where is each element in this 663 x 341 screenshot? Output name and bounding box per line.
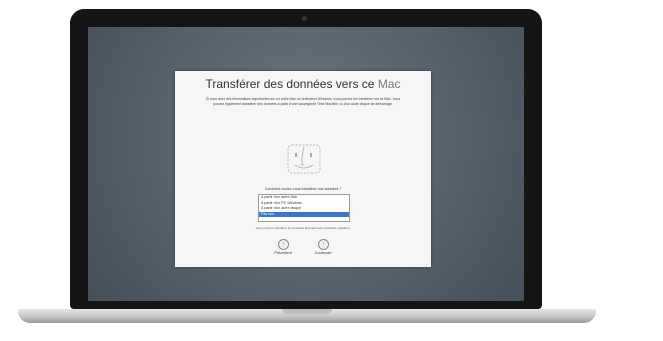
migration-dialog: Transférer des données vers ce Mac Si vo… — [175, 71, 431, 267]
chevron-left-icon[interactable]: ‹ — [278, 239, 289, 250]
lid-notch — [282, 309, 332, 314]
back-button[interactable]: ‹ Précédent — [263, 239, 303, 261]
dialog-description: Si vous avez des informations importante… — [205, 97, 401, 106]
laptop-base — [18, 309, 596, 323]
transfer-question: Comment voulez-vous transférer vos donné… — [264, 187, 342, 191]
title-text: Transférer des données vers ce — [205, 77, 378, 91]
back-label: Précédent — [274, 251, 292, 255]
migration-note: Vous pourrez transférer les données plus… — [255, 226, 351, 230]
camera-dot — [302, 16, 307, 21]
dialog-title: Transférer des données vers ce Mac — [175, 77, 431, 91]
screen-bezel: Transférer des données vers ce Mac Si vo… — [70, 9, 542, 309]
transfer-options-list[interactable]: À partir d'un autre Mac À partir d'un PC… — [258, 194, 350, 222]
macbook-laptop: Transférer des données vers ce Mac Si vo… — [0, 0, 663, 341]
continue-button[interactable]: › Continuer — [303, 239, 343, 261]
screen-display: Transférer des données vers ce Mac Si vo… — [88, 27, 524, 301]
title-mac: Mac — [377, 77, 401, 91]
continue-label: Continuer — [314, 251, 332, 255]
option-not-now[interactable]: Pas tout — [259, 211, 349, 217]
chevron-right-icon[interactable]: › — [318, 239, 329, 250]
finder-icon — [287, 144, 321, 174]
